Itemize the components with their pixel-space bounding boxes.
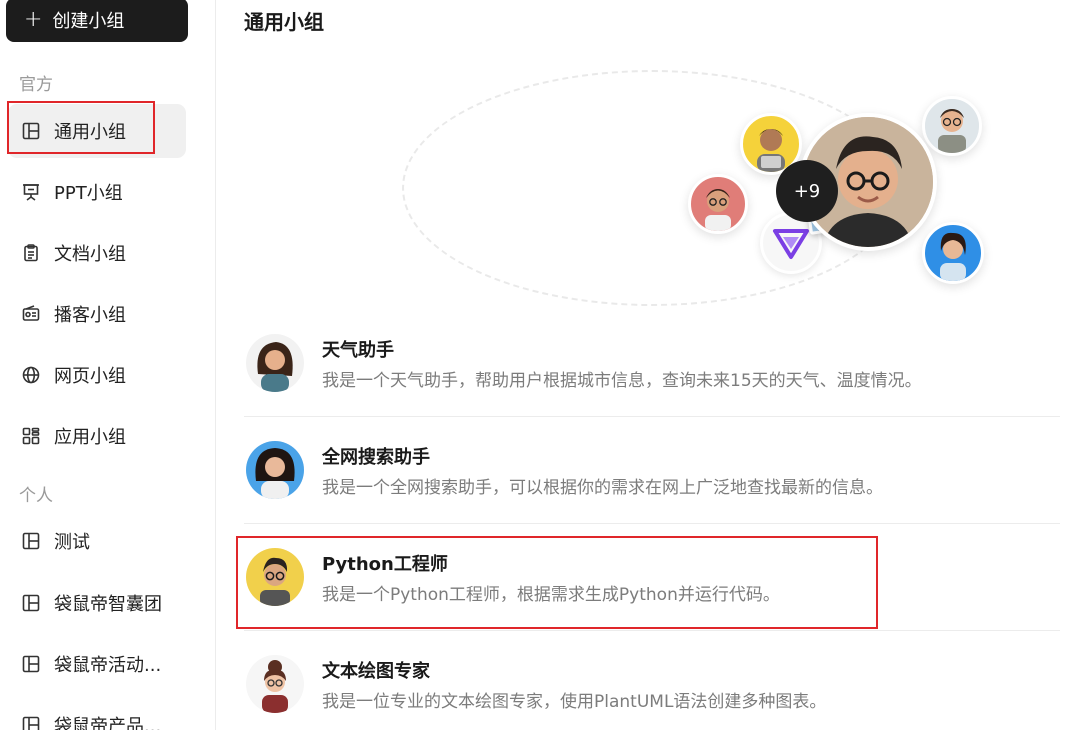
agent-description: 我是一个全网搜索助手，可以根据你的需求在网上广泛地查找最新的信息。 (322, 478, 883, 498)
agent-name: 天气助手 (322, 340, 394, 361)
presentation-icon (20, 181, 42, 203)
sidebar-item-podcast[interactable]: 播客小组 (8, 287, 186, 341)
agent-item-weather[interactable]: 天气助手 我是一个天气助手，帮助用户根据城市信息，查询未来15天的天气、温度情况… (244, 310, 1060, 417)
app-window: + 创建小组 官方 通用小组 PPT小组 文档小组 播客小组 网页小组 应用小组… (0, 0, 1080, 730)
sidebar-item-label: PPT小组 (54, 183, 123, 204)
agent-description: 我是一位专业的文本绘图专家，使用PlantUML语法创建多种图表。 (322, 692, 827, 712)
create-group-button[interactable]: + 创建小组 (6, 0, 188, 42)
more-members-badge[interactable]: +9 (776, 160, 838, 222)
page-title: 通用小组 (244, 10, 324, 34)
sidebar-item-label: 播客小组 (54, 305, 126, 326)
sidebar-item-activity[interactable]: 袋鼠帝活动... (8, 637, 186, 691)
group-avatar-cluster: +9 (402, 70, 984, 306)
member-avatar (922, 96, 982, 156)
layout-icon (20, 120, 42, 142)
main-panel: 通用小组 +9 天气助手 我是一个天气助手，帮助用户根据城市信息，查询未来15天… (216, 0, 1080, 730)
agent-item-search[interactable]: 全网搜索助手 我是一个全网搜索助手，可以根据你的需求在网上广泛地查找最新的信息。 (244, 417, 1060, 524)
sidebar-item-web[interactable]: 网页小组 (8, 348, 186, 402)
agent-description: 我是一个天气助手，帮助用户根据城市信息，查询未来15天的天气、温度情况。 (322, 371, 922, 391)
sidebar-item-label: 应用小组 (54, 427, 126, 448)
sidebar-item-test[interactable]: 测试 (8, 514, 186, 568)
member-avatar (922, 222, 984, 284)
sidebar-item-label: 文档小组 (54, 244, 126, 265)
section-label-personal: 个人 (19, 486, 53, 506)
agent-item-diagram[interactable]: 文本绘图专家 我是一位专业的文本绘图专家，使用PlantUML语法创建多种图表。 (244, 631, 1060, 730)
sidebar-item-label: 袋鼠帝智囊团 (54, 594, 162, 615)
member-avatar (688, 174, 748, 234)
agent-name: 文本绘图专家 (322, 661, 430, 682)
layout-icon (20, 592, 42, 614)
create-group-label: 创建小组 (52, 11, 125, 32)
woman-dark-hair-avatar (246, 334, 304, 392)
sidebar-item-label: 袋鼠帝活动... (54, 655, 162, 676)
apps-icon (20, 425, 42, 447)
clipboard-icon (20, 242, 42, 264)
plus-icon: + (24, 7, 43, 32)
sidebar-item-docs[interactable]: 文档小组 (8, 226, 186, 280)
sidebar-item-label: 袋鼠帝产品... (54, 716, 162, 730)
radio-icon (20, 303, 42, 325)
agent-list: 天气助手 我是一个天气助手，帮助用户根据城市信息，查询未来15天的天气、温度情况… (244, 310, 1060, 730)
sidebar-item-general[interactable]: 通用小组 (8, 104, 186, 158)
section-label-official: 官方 (19, 75, 53, 95)
layout-icon (20, 714, 42, 730)
woman-curly-hair-avatar (246, 441, 304, 499)
man-glasses-avatar (246, 548, 304, 606)
globe-icon (20, 364, 42, 386)
sidebar-item-label: 网页小组 (54, 366, 126, 387)
sidebar-item-label: 通用小组 (54, 122, 126, 143)
woman-bun-avatar (246, 655, 304, 713)
sidebar-item-apps[interactable]: 应用小组 (8, 409, 186, 463)
sidebar-item-label: 测试 (54, 532, 90, 553)
sidebar-item-ppt[interactable]: PPT小组 (8, 165, 186, 219)
agent-item-python[interactable]: Python工程师 我是一个Python工程师，根据需求生成Python并运行代… (244, 524, 1060, 631)
layout-icon (20, 530, 42, 552)
sidebar-item-product[interactable]: 袋鼠帝产品... (8, 698, 186, 730)
sidebar: + 创建小组 官方 通用小组 PPT小组 文档小组 播客小组 网页小组 应用小组… (0, 0, 216, 730)
layout-icon (20, 653, 42, 675)
agent-description: 我是一个Python工程师，根据需求生成Python并运行代码。 (322, 585, 780, 605)
sidebar-item-think-tank[interactable]: 袋鼠帝智囊团 (8, 576, 186, 630)
agent-name: 全网搜索助手 (322, 447, 430, 468)
agent-name: Python工程师 (322, 554, 448, 575)
